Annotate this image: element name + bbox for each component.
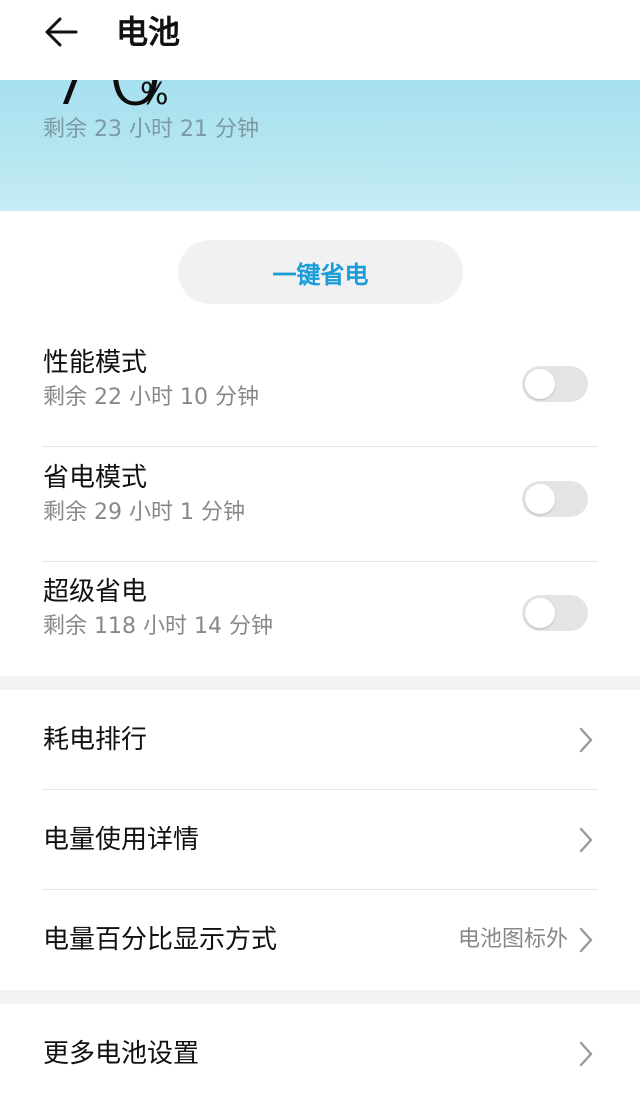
nav-more-battery-settings[interactable]: 更多电池设置 (0, 1004, 640, 1104)
toggle-knob (525, 369, 555, 399)
toggle-knob (525, 484, 555, 514)
battery-remaining-time: 剩余 23 小时 21 分钟 (43, 117, 259, 142)
back-button[interactable] (40, 10, 84, 54)
nav-percentage-display[interactable]: 电量百分比显示方式 电池图标外 (0, 890, 640, 990)
mode-title: 省电模式 (43, 463, 148, 493)
chevron-right-icon (576, 826, 596, 854)
nav-consumption-ranking[interactable]: 耗电排行 (0, 690, 640, 790)
mode-row-power-saving[interactable]: 省电模式 剩余 29 小时 1 分钟 (0, 447, 640, 561)
battery-percent-unit: % (140, 80, 169, 112)
back-arrow-icon (45, 17, 78, 47)
battery-settings-page: 电池 70 % 剩余 23 小时 21 分钟 一键省电 性能模式 剩余 22 小… (0, 0, 640, 1113)
nav-usage-details[interactable]: 电量使用详情 (0, 790, 640, 890)
ultra-saving-mode-toggle[interactable] (522, 595, 588, 631)
chevron-right-icon (576, 1040, 596, 1068)
mode-title: 超级省电 (43, 577, 148, 607)
nav-label: 电量使用详情 (43, 825, 200, 855)
battery-banner: 70 % 剩余 23 小时 21 分钟 (0, 80, 640, 211)
page-title: 电池 (116, 13, 181, 51)
performance-mode-toggle[interactable] (522, 366, 588, 402)
mode-title: 性能模式 (43, 348, 148, 378)
section-separator (0, 676, 640, 690)
toggle-knob (525, 598, 555, 628)
nav-label: 耗电排行 (43, 725, 148, 755)
mode-remaining: 剩余 29 小时 1 分钟 (43, 500, 245, 525)
mode-remaining: 剩余 22 小时 10 分钟 (43, 385, 259, 410)
chevron-right-icon (576, 926, 596, 954)
power-saving-mode-toggle[interactable] (522, 481, 588, 517)
chevron-right-icon (576, 726, 596, 754)
mode-remaining: 剩余 118 小时 14 分钟 (43, 614, 273, 639)
nav-label: 更多电池设置 (43, 1039, 200, 1069)
mode-row-ultra-saving[interactable]: 超级省电 剩余 118 小时 14 分钟 (0, 561, 640, 675)
app-header: 电池 (0, 0, 640, 80)
mode-row-performance[interactable]: 性能模式 剩余 22 小时 10 分钟 (0, 332, 640, 446)
percentage-display-value: 电池图标外 (457, 927, 568, 952)
one-key-save-button[interactable]: 一键省电 (178, 240, 463, 304)
nav-label: 电量百分比显示方式 (43, 925, 278, 955)
section-separator (0, 990, 640, 1004)
